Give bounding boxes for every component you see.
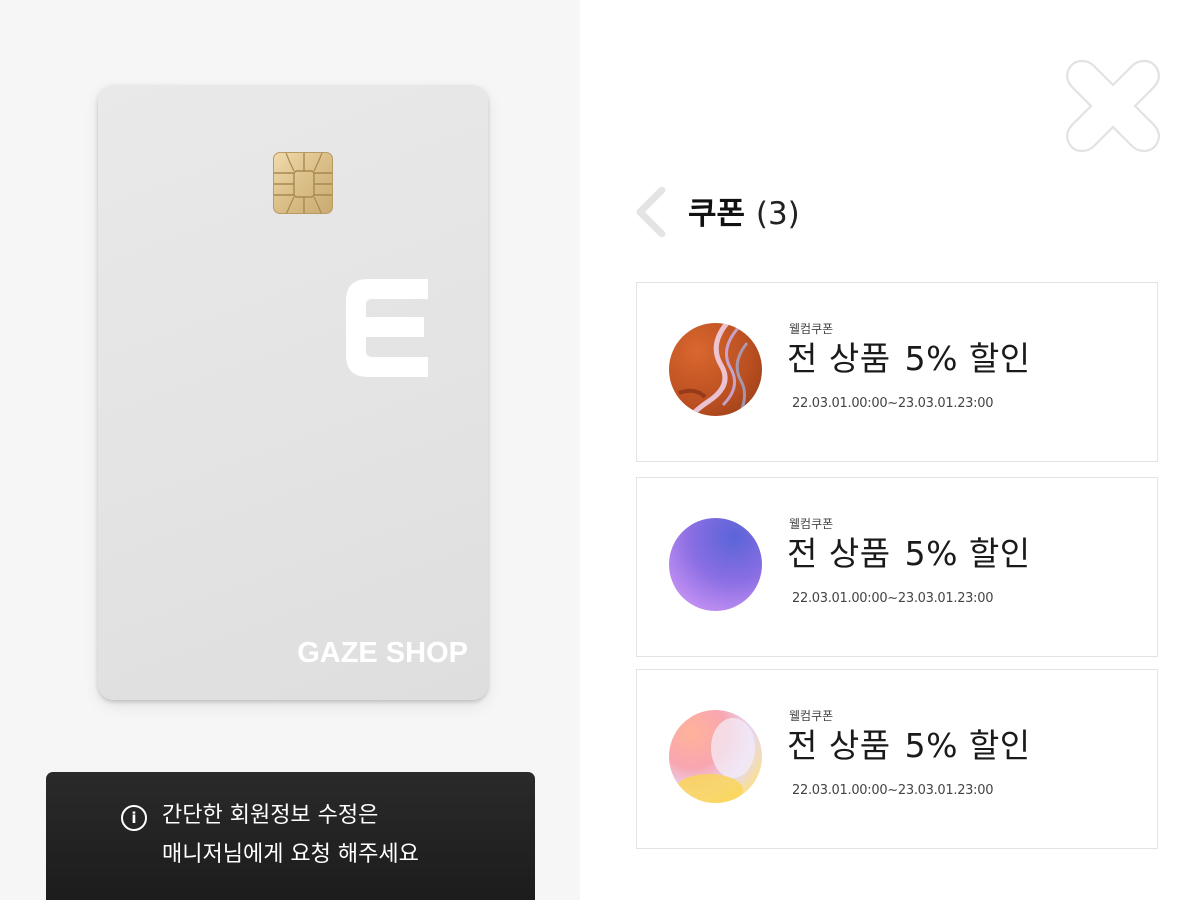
card-brand-text: GAZE SHOP xyxy=(297,637,468,669)
page-title-text: 쿠폰 xyxy=(688,196,746,232)
coupon-title: 전 상품 5% 할인 xyxy=(787,532,1031,576)
chevron-left-icon xyxy=(636,186,666,238)
coupon-card[interactable]: 웰컴쿠폰 전 상품 5% 할인 22.03.01.00:00~23.03.01.2… xyxy=(636,669,1158,849)
coupon-tag: 웰컴쿠폰 xyxy=(789,709,834,723)
coupon-discount: 5% 할인 xyxy=(904,534,1031,573)
close-icon xyxy=(1066,59,1160,153)
coupon-art-image xyxy=(669,518,762,611)
coupon-count: (3) xyxy=(755,196,800,232)
coupon-title: 전 상품 5% 할인 xyxy=(787,337,1031,381)
back-button[interactable] xyxy=(632,186,672,238)
notice-text-line2: 매니저님에게 요청 해주세요 xyxy=(162,842,419,867)
info-icon: i xyxy=(121,805,147,831)
coupon-tag: 웰컴쿠폰 xyxy=(789,322,834,336)
membership-card: GAZE SHOP xyxy=(98,85,488,700)
notice-text-line1: 간단한 회원정보 수정은 xyxy=(162,803,379,828)
coupon-discount: 5% 할인 xyxy=(904,726,1031,765)
close-button[interactable] xyxy=(1064,57,1162,155)
coupon-card[interactable]: 웰컴쿠폰 전 상품 5% 할인 22.03.01.00:00~23.03.01.2… xyxy=(636,282,1158,462)
coupon-tag: 웰컴쿠폰 xyxy=(789,517,834,531)
coupon-name: 전 상품 xyxy=(787,534,891,573)
coupon-name: 전 상품 xyxy=(787,726,891,765)
coupon-name: 전 상품 xyxy=(787,339,891,378)
membership-card-panel: GAZE SHOP i 간단한 회원정보 수정은 매니저님에게 요청 해주세요 xyxy=(0,0,580,900)
coupon-art-image xyxy=(669,323,762,416)
coupon-period: 22.03.01.00:00~23.03.01.23:00 xyxy=(792,396,994,411)
coupon-discount: 5% 할인 xyxy=(904,339,1031,378)
coupon-period: 22.03.01.00:00~23.03.01.23:00 xyxy=(792,783,994,798)
coupon-period: 22.03.01.00:00~23.03.01.23:00 xyxy=(792,591,994,606)
card-chip-icon xyxy=(273,152,333,214)
coupon-art-image xyxy=(669,710,762,803)
e-letter-logo-icon xyxy=(346,279,428,377)
coupon-card[interactable]: 웰컴쿠폰 전 상품 5% 할인 22.03.01.00:00~23.03.01.2… xyxy=(636,477,1158,657)
page-title: 쿠폰 (3) xyxy=(688,193,800,235)
edit-info-notice: i 간단한 회원정보 수정은 매니저님에게 요청 해주세요 xyxy=(46,772,535,900)
coupon-title: 전 상품 5% 할인 xyxy=(787,724,1031,768)
